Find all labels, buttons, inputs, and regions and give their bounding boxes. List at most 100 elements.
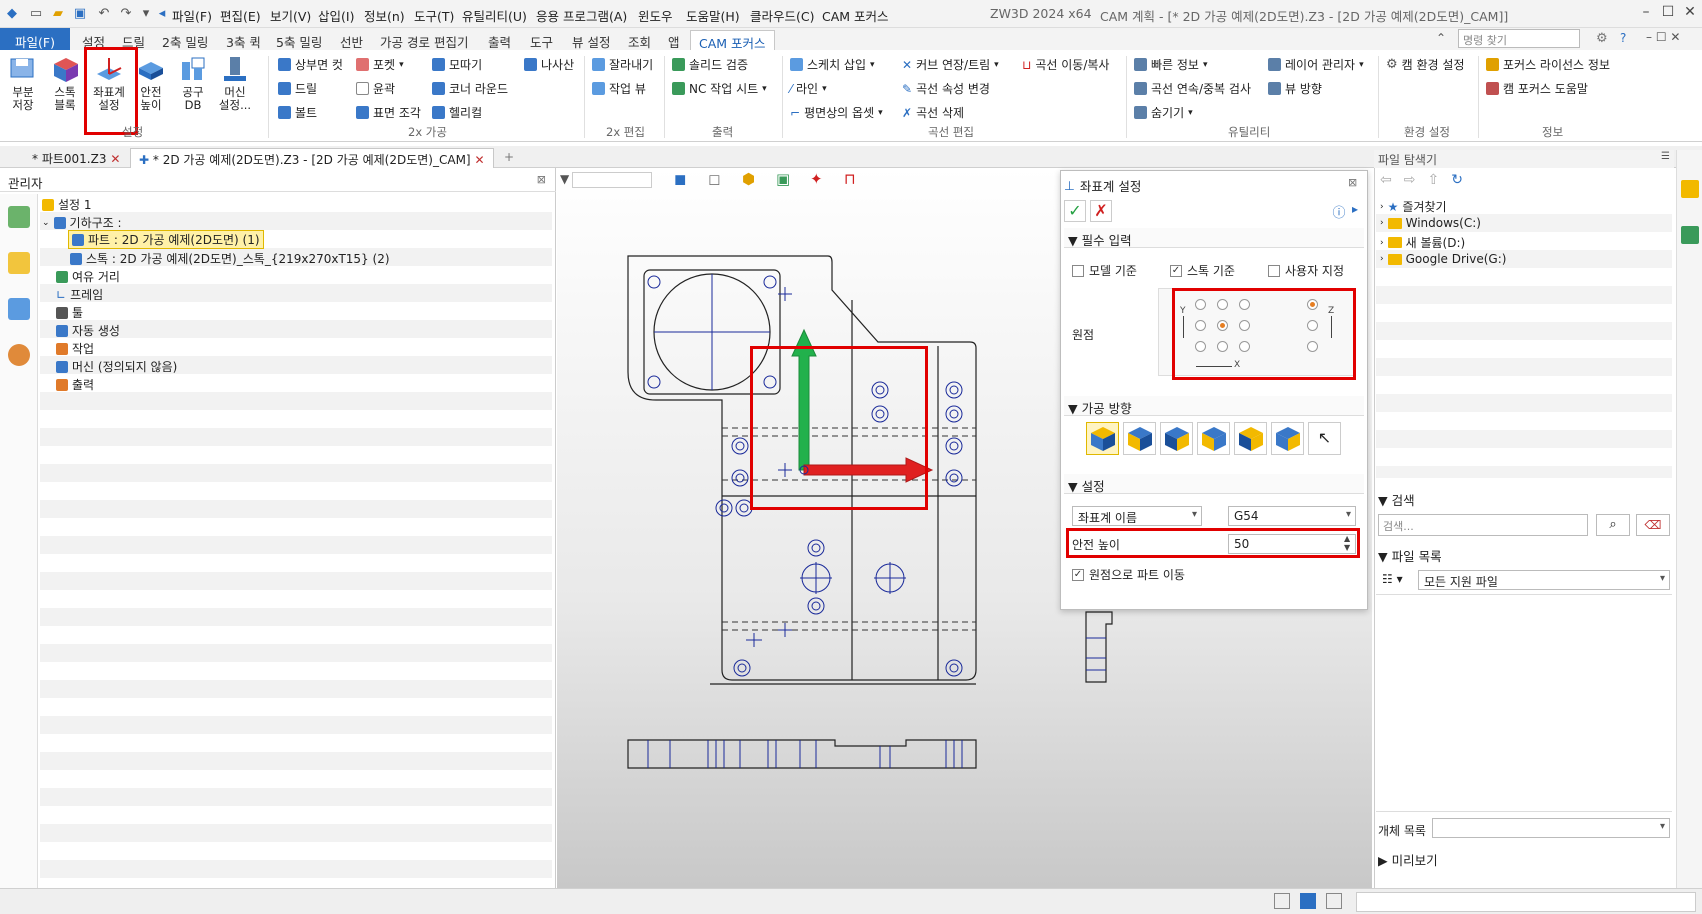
forward-arrow-icon[interactable]: ⇨ xyxy=(1404,172,1416,188)
cs-name-dropdown[interactable]: 좌표계 이름 xyxy=(1072,506,1202,526)
cam-manager-icon[interactable] xyxy=(8,206,30,228)
tree-item-stock[interactable]: 스톡 : 2D 가공 예제(2D도면)_스톡_{219x270xT15} (2) xyxy=(70,250,390,267)
shaded-view-icon[interactable]: ◼ xyxy=(674,170,686,188)
tree-item-output[interactable]: 출력 xyxy=(56,376,94,393)
sketch-dropdown-icon[interactable]: ▾ xyxy=(870,60,875,70)
dialog-expand-icon[interactable]: ▸ xyxy=(1352,202,1358,216)
menu-applications[interactable]: 응용 프로그램(A) xyxy=(536,6,627,25)
chamfer-button[interactable]: 모따기 xyxy=(432,56,482,73)
manager-close-icon[interactable]: ⊠ xyxy=(537,173,546,186)
up-arrow-icon[interactable]: ⇧ xyxy=(1427,172,1439,188)
cam-help-button[interactable]: 캠 포커스 도움말 xyxy=(1486,80,1588,97)
ok-check-icon[interactable]: ✓ xyxy=(1064,200,1086,222)
tree-item-operations[interactable]: 작업 xyxy=(56,340,94,357)
hide-button[interactable]: 숨기기 ▾ xyxy=(1134,104,1193,121)
helical-button[interactable]: 헬리컬 xyxy=(432,104,482,121)
wireframe-view-icon[interactable]: ◻ xyxy=(708,170,720,188)
machine-setup-button[interactable]: 머신 설정... xyxy=(218,54,252,112)
menu-cam-focus[interactable]: CAM 포커스 xyxy=(822,6,889,25)
move-part-checkbox[interactable]: ✓ 원점으로 파트 이동 xyxy=(1072,566,1185,583)
tab-view-settings[interactable]: 뷰 설정 xyxy=(564,30,618,50)
cancel-x-icon[interactable]: ✗ xyxy=(1090,200,1112,222)
undo-icon[interactable]: ↶ xyxy=(96,6,112,22)
menu-utility[interactable]: 유틸리티(U) xyxy=(462,6,527,25)
view-mode-icon[interactable]: ☷ ▾ xyxy=(1382,572,1403,586)
maximize-icon[interactable]: ☐ xyxy=(1658,4,1678,20)
direction-cube-front[interactable] xyxy=(1123,422,1156,455)
hide-dropdown-icon[interactable]: ▾ xyxy=(1188,108,1193,118)
menu-window[interactable]: 윈도우 xyxy=(638,6,673,25)
tool-dock-icon[interactable] xyxy=(1681,226,1699,244)
menu-insert[interactable]: 삽입(I) xyxy=(318,6,354,25)
save-part-button[interactable]: 부분 저장 xyxy=(6,54,40,112)
line-dropdown-icon[interactable]: ▾ xyxy=(822,84,827,94)
refresh-icon[interactable]: ↻ xyxy=(1451,172,1463,188)
explorer-item-d-drive[interactable]: › 새 볼륨(D:) xyxy=(1380,234,1465,251)
stock-base-checkbox[interactable]: ✓ 스톡 기준 xyxy=(1170,262,1235,279)
tab-5axis-milling[interactable]: 5축 밀링 xyxy=(268,30,330,50)
chevron-down-icon[interactable]: ⌄ xyxy=(42,218,50,228)
view-direction-button[interactable]: 뷰 방향 xyxy=(1268,80,1322,97)
back-arrow-icon[interactable]: ⇦ xyxy=(1380,172,1392,188)
open-folder-icon[interactable]: ▰ xyxy=(50,6,66,22)
menu-cloud[interactable]: 클라우드(C) xyxy=(750,6,814,25)
tab-tools[interactable]: 도구 xyxy=(522,30,561,50)
menu-help[interactable]: 도움말(H) xyxy=(686,6,740,25)
tab-toolpath-editor[interactable]: 가공 경로 편집기 xyxy=(372,30,476,50)
info-icon[interactable]: ⓘ xyxy=(1330,202,1348,221)
face-cut-button[interactable]: 상부면 컷 xyxy=(278,56,343,73)
view-manager-icon[interactable] xyxy=(8,298,30,320)
cs-name-value-dropdown[interactable]: G54 xyxy=(1228,506,1356,526)
close-tab-icon[interactable]: ✕ xyxy=(474,153,484,167)
tree-item-geometry[interactable]: ⌄ 기하구조 : xyxy=(42,214,122,231)
curve-delete-button[interactable]: ✗ 곡선 삭제 xyxy=(902,104,964,121)
profile-button[interactable]: 윤곽 xyxy=(356,80,395,97)
line-button[interactable]: ⁄ 라인 ▾ xyxy=(790,80,827,97)
offset-dropdown-icon[interactable]: ▾ xyxy=(878,108,883,118)
view-fit-icon[interactable]: ▣ xyxy=(776,170,790,188)
status-command-input[interactable] xyxy=(1356,892,1696,912)
ribbon-collapse-icon[interactable]: ⌃ xyxy=(1436,31,1446,45)
tree-item-tool[interactable]: 툴 xyxy=(56,304,83,321)
cam-env-button[interactable]: ⚙ 캠 환경 설정 xyxy=(1386,56,1465,73)
tab-output[interactable]: 출력 xyxy=(480,30,519,50)
tab-apps[interactable]: 앱 xyxy=(660,30,688,50)
safe-height-button[interactable]: 안전 높이 xyxy=(134,54,168,112)
file-filter-dropdown[interactable]: 모든 지원 파일 xyxy=(1418,570,1670,590)
curve-extend-dropdown-icon[interactable]: ▾ xyxy=(994,60,999,70)
pocket-dropdown-icon[interactable]: ▾ xyxy=(399,60,404,70)
redo-icon[interactable]: ↷ xyxy=(118,6,134,22)
filter-dropdown[interactable] xyxy=(572,172,652,188)
filter-icon[interactable]: ▼ xyxy=(560,172,569,186)
tree-item-frame[interactable]: ∟ 프레임 xyxy=(56,286,103,303)
chevron-right-icon[interactable]: › xyxy=(1380,238,1384,248)
command-search-input[interactable]: 명령 찾기 xyxy=(1458,29,1580,48)
explorer-search-input[interactable]: 검색... xyxy=(1378,514,1588,536)
tree-item-auto-generate[interactable]: 자동 생성 xyxy=(56,322,120,339)
pocket-button[interactable]: 포켓 ▾ xyxy=(356,56,404,73)
direction-cube-top[interactable] xyxy=(1086,422,1119,455)
layer-dropdown-icon[interactable]: ▾ xyxy=(1359,60,1364,70)
save-icon[interactable]: ▣ xyxy=(72,6,88,22)
close-tab-icon[interactable]: ✕ xyxy=(110,152,120,166)
curve-attr-button[interactable]: ✎ 곡선 속성 변경 xyxy=(902,80,990,97)
tree-item-setup[interactable]: 설정 1 xyxy=(42,196,92,213)
license-info-button[interactable]: 포커스 라이선스 정보 xyxy=(1486,56,1610,73)
tree-item-clearance[interactable]: 여유 거리 xyxy=(56,268,120,285)
pick-cursor-icon[interactable]: ↖ xyxy=(1308,422,1341,455)
tab-file[interactable]: 파일(F) xyxy=(0,28,70,50)
help-icon[interactable]: ? xyxy=(1620,31,1626,45)
tab-cam-focus[interactable]: CAM 포커스 xyxy=(690,30,775,51)
display-filter-icon[interactable]: ⬢ xyxy=(742,170,755,188)
drill-button[interactable]: 드릴 xyxy=(278,80,317,97)
stock-block-button[interactable]: 스톡 블록 xyxy=(48,54,82,112)
chevron-right-icon[interactable]: › xyxy=(1380,254,1384,264)
minimize-icon[interactable]: – xyxy=(1636,4,1656,20)
tool-db-button[interactable]: 공구 DB xyxy=(176,54,210,112)
thread-button[interactable]: 나사산 xyxy=(524,56,574,73)
doc-tab-2d-example[interactable]: ✚ * 2D 가공 예제(2D도면).Z3 - [2D 가공 예제(2D도면)_… xyxy=(130,148,494,168)
quick-access-dropdown-icon[interactable]: ▾ xyxy=(138,6,154,22)
layer-manager-button[interactable]: 레이어 관리자 ▾ xyxy=(1268,56,1364,73)
explorer-item-favorites[interactable]: › ★ 즐겨찾기 xyxy=(1380,198,1447,215)
direction-cube-left[interactable] xyxy=(1197,422,1230,455)
